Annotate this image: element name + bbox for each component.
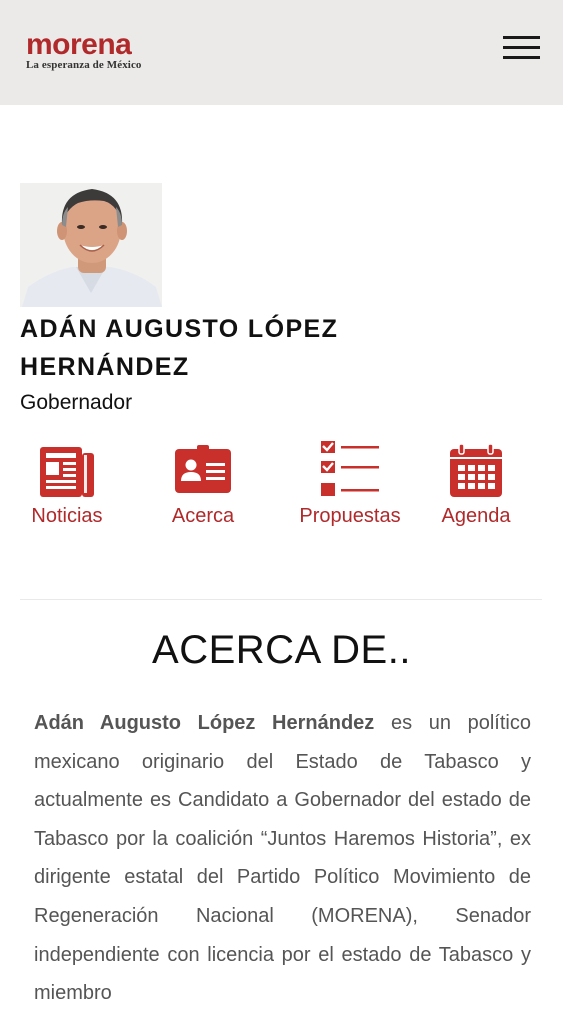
- hamburger-icon[interactable]: [503, 34, 540, 62]
- profile-section: ADÁN AUGUSTO LÓPEZ HERNÁNDEZ Gobernador …: [0, 105, 563, 600]
- logo-word: morena: [26, 28, 132, 61]
- nav-propuestas[interactable]: Propuestas: [291, 441, 409, 528]
- nav-noticias[interactable]: Noticias: [23, 445, 111, 528]
- about-paragraph: Adán Augusto López Hernández es un polít…: [34, 704, 531, 1013]
- id-card-icon: [175, 445, 231, 493]
- candidate-role: Gobernador: [20, 391, 133, 414]
- checklist-icon: [321, 441, 379, 496]
- about-lead: Adán Augusto López Hernández: [34, 712, 375, 734]
- nav-agenda[interactable]: Agenda: [435, 443, 517, 528]
- about-title: ACERCA DE..: [152, 628, 411, 672]
- morena-logo[interactable]: morena La esperanza de México: [26, 28, 142, 72]
- newspaper-icon: [40, 447, 94, 497]
- nav-label-noticias: Noticias: [31, 505, 103, 527]
- nav-label-acerca: Acerca: [171, 505, 235, 527]
- about-body: es un político mexicano originario del E…: [34, 712, 531, 1005]
- logo-tagline: La esperanza de México: [26, 59, 142, 71]
- nav-label-agenda: Agenda: [441, 505, 511, 527]
- section-divider: [20, 599, 542, 600]
- calendar-icon: [450, 443, 502, 497]
- candidate-name: ADÁN AUGUSTO LÓPEZ HERNÁNDEZ: [20, 315, 339, 381]
- nav-label-propuestas: Propuestas: [299, 505, 401, 527]
- nav-acerca[interactable]: Acerca: [163, 445, 243, 528]
- candidate-photo: [20, 183, 162, 307]
- site-header: morena La esperanza de México: [0, 0, 563, 105]
